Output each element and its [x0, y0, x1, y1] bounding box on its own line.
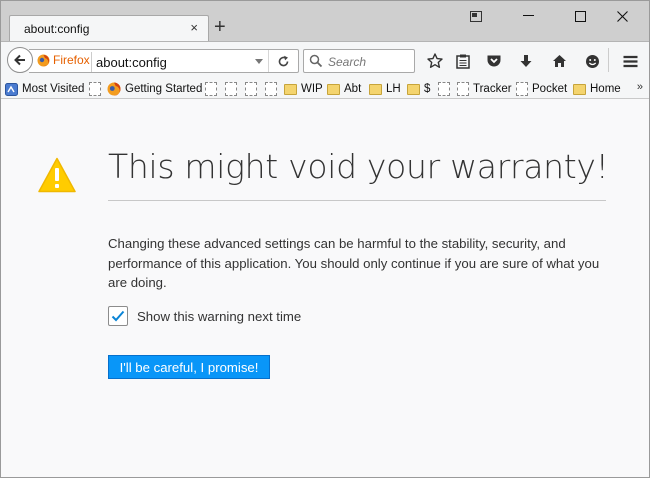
- firefox-logo-icon: [37, 54, 50, 66]
- minimize-button[interactable]: [505, 1, 551, 31]
- back-arrow-icon: [14, 54, 25, 66]
- toolbar-separator: [608, 48, 609, 72]
- tab-strip: about:config × +: [1, 1, 649, 42]
- back-button[interactable]: [7, 47, 33, 73]
- bookmark-getting-started[interactable]: Getting Started: [107, 81, 202, 97]
- bookmark-label: $: [424, 83, 431, 95]
- warning-title: This might void your warranty!: [108, 147, 609, 186]
- bookmark-dollar[interactable]: $: [407, 81, 430, 97]
- firefox-logo-icon: [107, 82, 121, 96]
- folder-icon: [573, 83, 586, 95]
- url-bar[interactable]: Firefox about:config: [29, 49, 299, 73]
- bookmark-abt[interactable]: Abt: [327, 81, 361, 97]
- bookmarks-toolbar: Most Visited Getting Started WIP Abt LH …: [1, 77, 649, 99]
- maximize-button[interactable]: [557, 1, 603, 31]
- bookmark-home[interactable]: Home: [573, 81, 621, 97]
- bookmark-label: Getting Started: [125, 83, 203, 95]
- search-icon: [309, 54, 323, 73]
- bookmark-label: Home: [590, 83, 621, 95]
- show-warning-checkbox[interactable]: [108, 306, 128, 326]
- warning-icon: [38, 157, 76, 198]
- show-warning-label[interactable]: Show this warning next time: [137, 309, 301, 324]
- bookmark-label: WIP: [301, 83, 323, 95]
- tab-close-icon[interactable]: ×: [190, 19, 198, 37]
- bookmark-label: Tracker: [473, 83, 512, 95]
- bookmark-untitled-5[interactable]: [265, 81, 277, 97]
- reload-icon: [278, 55, 289, 66]
- checkmark-icon: [111, 310, 125, 322]
- tab-title: about:config: [24, 22, 90, 36]
- page-icon: [438, 82, 450, 96]
- bookmark-pocket[interactable]: Pocket: [516, 81, 567, 97]
- bookmark-label: Most Visited: [22, 83, 85, 95]
- bookmark-untitled-6[interactable]: [438, 81, 450, 97]
- close-window-button[interactable]: [599, 1, 645, 31]
- search-placeholder: Search: [328, 55, 367, 69]
- title-divider: [108, 200, 606, 201]
- bookmark-lh[interactable]: LH: [369, 81, 401, 97]
- show-warning-row[interactable]: Show this warning next time: [108, 305, 301, 327]
- bookmark-label: Abt: [344, 83, 362, 95]
- bookmarks-menu-icon[interactable]: [452, 50, 474, 72]
- home-icon[interactable]: [548, 50, 570, 72]
- folder-icon: [284, 83, 297, 95]
- hamburger-menu-icon[interactable]: [619, 50, 641, 72]
- page-icon: [205, 82, 217, 96]
- search-bar[interactable]: Search: [303, 49, 415, 73]
- hello-smiley-icon[interactable]: [581, 50, 603, 72]
- downloads-icon[interactable]: [515, 50, 537, 72]
- tab-about-config[interactable]: about:config ×: [9, 15, 209, 42]
- page-icon: [265, 82, 277, 96]
- folder-icon: [407, 83, 420, 95]
- accept-risk-button[interactable]: I'll be careful, I promise!: [108, 355, 270, 379]
- identity-label: Firefox: [53, 53, 90, 67]
- bookmark-label: LH: [386, 83, 401, 95]
- browser-window: about:config × + Firefox about:config Se…: [0, 0, 650, 478]
- pocket-icon[interactable]: [483, 50, 505, 72]
- url-text[interactable]: about:config: [96, 55, 167, 70]
- bookmark-untitled-2[interactable]: [205, 81, 217, 97]
- reload-button[interactable]: [268, 50, 298, 72]
- identity-separator: [91, 52, 92, 72]
- tab-groups-icon[interactable]: [453, 1, 499, 31]
- bookmark-untitled-4[interactable]: [245, 81, 257, 97]
- folder-icon: [327, 83, 340, 95]
- identity-box[interactable]: Firefox: [37, 52, 92, 72]
- most-visited-icon: [5, 82, 18, 96]
- folder-icon: [369, 83, 382, 95]
- bookmark-label: Pocket: [532, 83, 568, 95]
- warning-description: Changing these advanced settings can be …: [108, 236, 600, 290]
- bookmark-untitled-1[interactable]: [89, 81, 101, 97]
- bookmark-untitled-3[interactable]: [225, 81, 237, 97]
- page-icon: [89, 82, 101, 96]
- bookmark-star-icon[interactable]: [424, 50, 446, 72]
- history-dropdown-icon[interactable]: [254, 54, 264, 73]
- page-content: This might void your warranty! Changing …: [1, 99, 649, 477]
- page-icon: [457, 82, 469, 96]
- nav-bar: Firefox about:config Search: [1, 41, 649, 77]
- bookmark-tracker[interactable]: Tracker: [457, 81, 512, 97]
- bookmark-wip[interactable]: WIP: [284, 81, 323, 97]
- bookmarks-overflow-button[interactable]: »: [637, 81, 643, 93]
- bookmark-most-visited[interactable]: Most Visited: [5, 81, 84, 97]
- new-tab-button[interactable]: +: [214, 16, 226, 38]
- page-icon: [516, 82, 528, 96]
- page-icon: [245, 82, 257, 96]
- page-icon: [225, 82, 237, 96]
